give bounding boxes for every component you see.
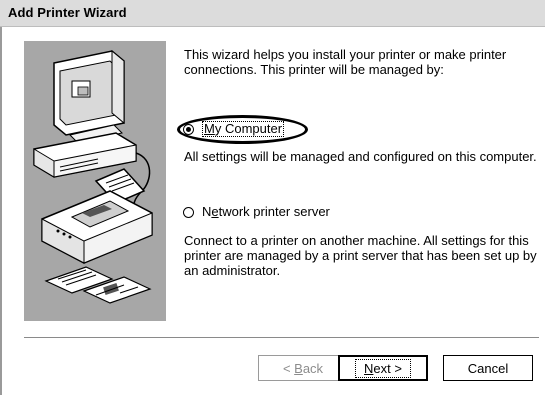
my-computer-option[interactable]: My Computer xyxy=(183,120,285,138)
next-button[interactable]: Next > xyxy=(338,355,428,381)
my-computer-radio-button[interactable] xyxy=(183,123,194,135)
label-rest: twork printer server xyxy=(218,204,330,219)
printed-pages-icon xyxy=(44,266,152,304)
accelerator-key: e xyxy=(211,204,219,219)
accelerator-key: M xyxy=(204,121,215,136)
wizard-illustration xyxy=(24,41,166,321)
network-printer-server-option[interactable]: Network printer server xyxy=(183,203,330,221)
my-computer-description: All settings will be managed and configu… xyxy=(184,149,537,164)
network-printer-server-label[interactable]: Network printer server xyxy=(202,205,330,219)
label-rest: y Computer xyxy=(214,121,283,136)
computer-monitor-icon xyxy=(33,49,137,178)
next-label-rest: ext > xyxy=(373,360,402,376)
add-printer-wizard-window: Add Printer Wizard This wizard helps you… xyxy=(0,0,545,395)
cancel-button[interactable]: Cancel xyxy=(443,355,533,381)
network-printer-server-description: Connect to a printer on another machine.… xyxy=(184,233,537,278)
back-button[interactable]: < Back xyxy=(258,355,348,381)
back-label-rest: ack xyxy=(302,360,324,376)
title-bar: Add Printer Wizard xyxy=(0,0,545,27)
printer-icon xyxy=(41,168,153,264)
cancel-label: Cancel xyxy=(467,360,509,376)
network-printer-server-radio-button[interactable] xyxy=(183,206,194,218)
my-computer-label[interactable]: My Computer xyxy=(202,121,285,137)
wizard-intro-text: This wizard helps you install your print… xyxy=(184,47,507,77)
button-separator xyxy=(24,337,539,339)
radio-selected-dot xyxy=(186,126,191,132)
label-prefix: N xyxy=(202,204,212,219)
accelerator-key: N xyxy=(364,360,374,376)
window-left-border xyxy=(0,27,2,395)
window-title: Add Printer Wizard xyxy=(8,5,127,20)
accelerator-key: B xyxy=(294,360,303,376)
back-prefix: < xyxy=(282,360,295,376)
